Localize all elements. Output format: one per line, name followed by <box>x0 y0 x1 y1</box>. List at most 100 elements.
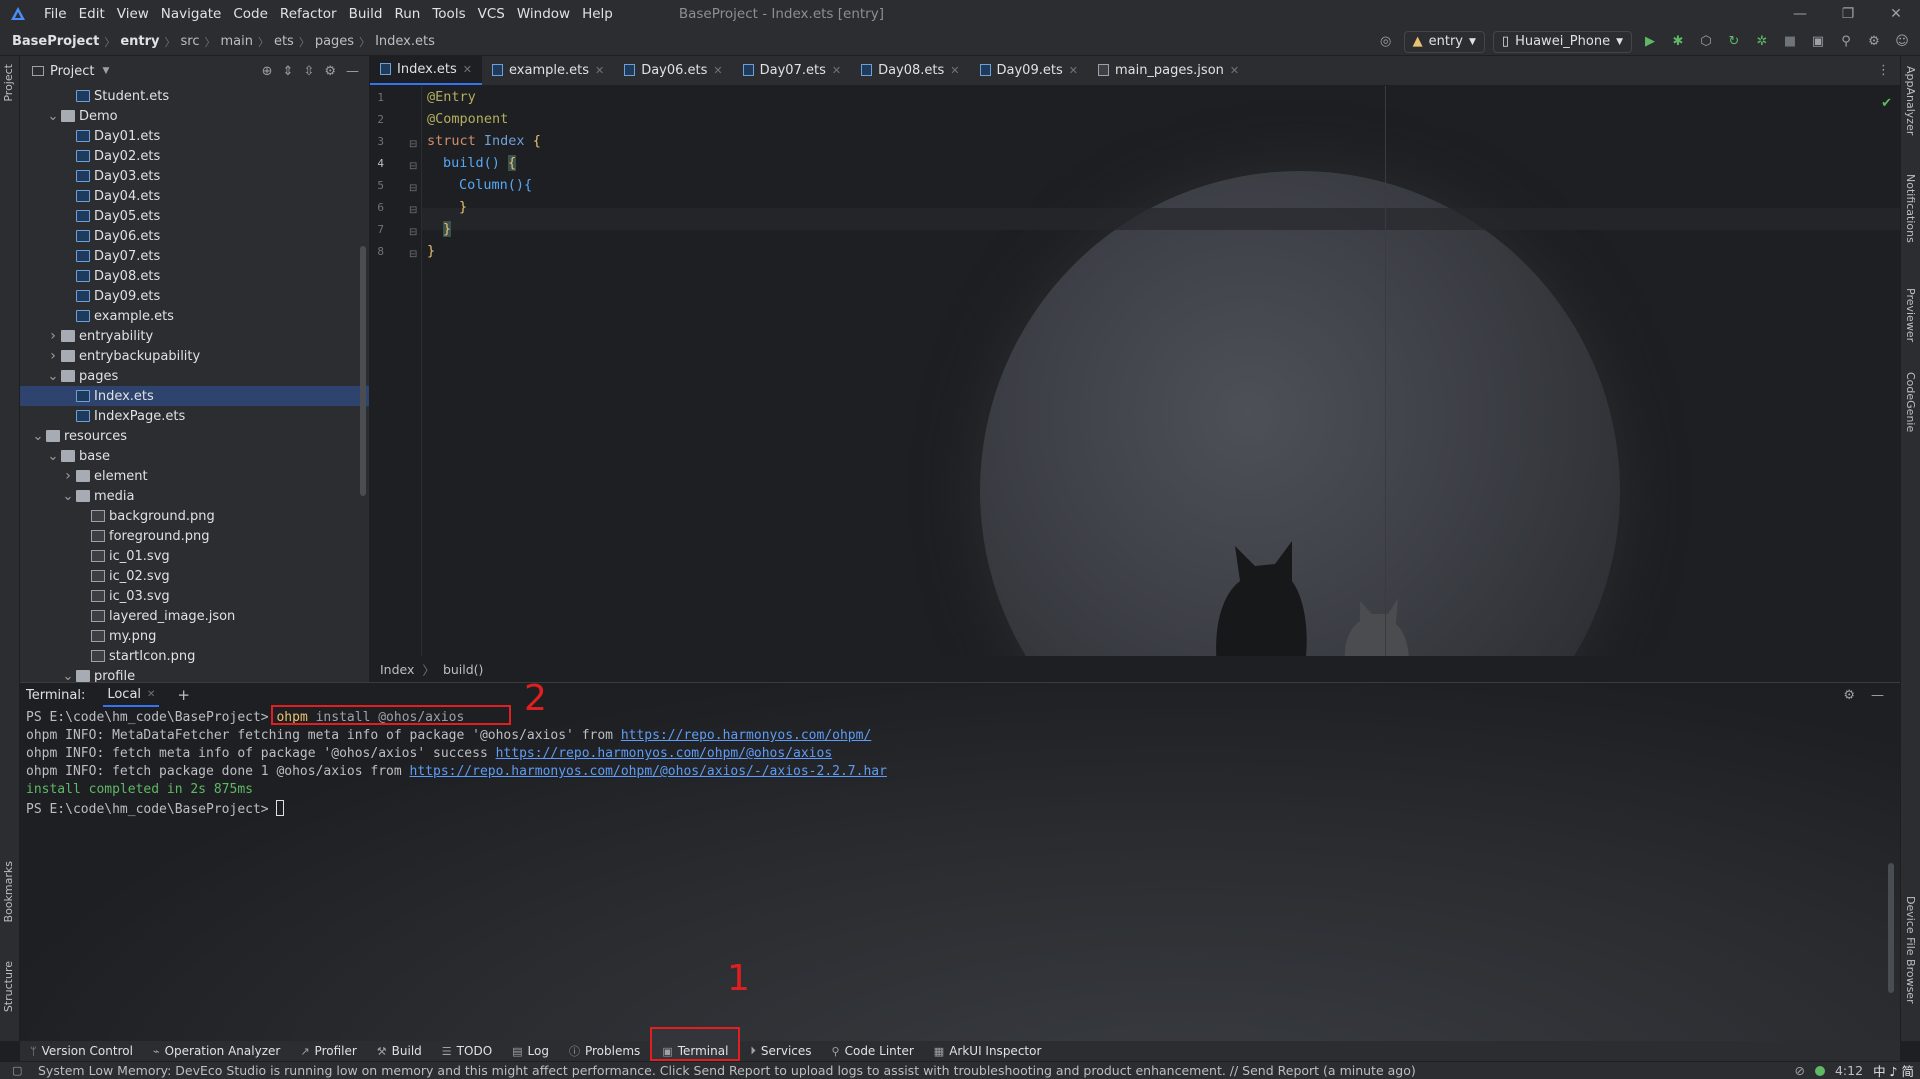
tree-folder[interactable]: ⌄ resources <box>20 426 369 446</box>
tree-file[interactable]: Day07.ets <box>20 246 369 266</box>
chevron-down-icon[interactable]: ⌄ <box>45 449 61 464</box>
close-icon[interactable]: ✕ <box>713 64 722 77</box>
terminal-tab-local[interactable]: Local ✕ <box>103 683 160 707</box>
tree-file[interactable]: layered_image.json <box>20 606 369 626</box>
tree-folder[interactable]: ⌄ pages <box>20 366 369 386</box>
tree-file[interactable]: Index.ets <box>20 386 369 406</box>
tab-day08-ets[interactable]: Day08.ets ✕ <box>851 56 969 85</box>
locate-icon[interactable]: ⊕ <box>262 64 273 79</box>
crumb-main[interactable]: main <box>220 34 252 49</box>
menu-file[interactable]: File <box>38 6 73 22</box>
run-icon[interactable]: ▶ <box>1640 32 1660 52</box>
collapse-all-icon[interactable]: ⇳ <box>303 64 314 79</box>
toolwindow-todo[interactable]: ☰ TODO <box>432 1041 502 1061</box>
project-tool-button[interactable]: Project <box>2 64 15 102</box>
menu-vcs[interactable]: VCS <box>472 6 511 22</box>
tree-file[interactable]: Day05.ets <box>20 206 369 226</box>
account-icon[interactable]: ☺ <box>1892 32 1912 52</box>
toolwindow-version-control[interactable]: ᛘ Version Control <box>20 1041 143 1061</box>
close-icon[interactable]: ✕ <box>1069 64 1078 77</box>
tree-folder[interactable]: ⌄ profile <box>20 666 369 682</box>
app-analyzer-tool-button[interactable]: AppAnalyzer <box>1904 66 1917 135</box>
fold-icon[interactable]: ⊟ <box>409 139 417 150</box>
tree-folder[interactable]: › entryability <box>20 326 369 346</box>
fold-icon[interactable]: ⊟ <box>409 183 417 194</box>
project-panel-title[interactable]: Project <box>50 64 94 79</box>
hide-icon[interactable]: — <box>346 64 359 79</box>
crumb-entry[interactable]: entry <box>120 34 159 49</box>
tree-file[interactable]: Student.ets <box>20 86 369 106</box>
toolwindow-profiler[interactable]: ↗ Profiler <box>290 1041 366 1061</box>
no-problems-check-icon[interactable]: ✔ <box>1881 96 1892 111</box>
close-icon[interactable]: ✕ <box>832 64 841 77</box>
expand-all-icon[interactable]: ⇕ <box>283 64 294 79</box>
chevron-down-icon[interactable]: ▼ <box>102 66 109 76</box>
device-manager-icon[interactable]: ▣ <box>1808 32 1828 52</box>
device-file-browser-tool-button[interactable]: Device File Browser <box>1904 896 1917 1004</box>
menu-navigate[interactable]: Navigate <box>155 6 228 22</box>
chevron-down-icon[interactable]: ⌄ <box>45 369 61 384</box>
toolwindow-log[interactable]: ▤ Log <box>502 1041 559 1061</box>
close-icon[interactable]: ✕ <box>147 689 155 700</box>
tree-folder[interactable]: › entrybackupability <box>20 346 369 366</box>
fold-icon[interactable]: ⊟ <box>409 205 417 216</box>
crumb-method[interactable]: build() <box>443 662 484 677</box>
minimize-icon[interactable]: — <box>1776 6 1824 22</box>
close-icon[interactable]: ✕ <box>1230 64 1239 77</box>
close-icon[interactable]: ✕ <box>463 63 472 76</box>
attach-debugger-icon[interactable]: ⬡ <box>1696 32 1716 52</box>
tree-file[interactable]: background.png <box>20 506 369 526</box>
caret-position[interactable]: 4:12 <box>1835 1063 1863 1078</box>
tree-file[interactable]: ic_03.svg <box>20 586 369 606</box>
chevron-right-icon[interactable]: › <box>45 328 61 344</box>
search-icon[interactable]: ⚲ <box>1836 32 1856 52</box>
target-icon[interactable]: ◎ <box>1376 32 1396 52</box>
tree-file[interactable]: ic_02.svg <box>20 566 369 586</box>
tab-example-ets[interactable]: example.ets ✕ <box>482 56 614 85</box>
settings-icon[interactable]: ⚙ <box>1864 32 1884 52</box>
crumb-file[interactable]: Index.ets <box>375 34 435 49</box>
notifications-tool-button[interactable]: Notifications <box>1904 174 1917 243</box>
stop-icon[interactable]: ■ <box>1780 32 1800 52</box>
tree-folder[interactable]: ⌄ Demo <box>20 106 369 126</box>
tree-file[interactable]: Day04.ets <box>20 186 369 206</box>
chevron-down-icon[interactable]: ⌄ <box>60 669 76 683</box>
apply-changes-icon[interactable]: ↻ <box>1724 32 1744 52</box>
menu-view[interactable]: View <box>111 6 155 22</box>
previewer-tool-button[interactable]: Previewer <box>1904 288 1917 342</box>
crumb-src[interactable]: src <box>180 34 199 49</box>
toolwindow-code-linter[interactable]: ⚲ Code Linter <box>822 1041 924 1061</box>
close-icon[interactable]: ✕ <box>1872 6 1920 22</box>
crumb-ets[interactable]: ets <box>274 34 294 49</box>
menu-refactor[interactable]: Refactor <box>274 6 343 22</box>
toggle-tool-windows-icon[interactable]: ▢ <box>12 1064 22 1077</box>
status-message[interactable]: System Low Memory: DevEco Studio is runn… <box>0 1063 1416 1078</box>
menu-tools[interactable]: Tools <box>426 6 471 22</box>
crumb-project[interactable]: BaseProject <box>12 34 99 49</box>
menu-edit[interactable]: Edit <box>73 6 111 22</box>
tree-file[interactable]: Day06.ets <box>20 226 369 246</box>
more-tabs-icon[interactable]: ⋮ <box>1877 63 1900 78</box>
tree-file[interactable]: example.ets <box>20 306 369 326</box>
fold-icon[interactable]: ⊟ <box>409 161 417 172</box>
tree-file[interactable]: IndexPage.ets <box>20 406 369 426</box>
toolwindow-services[interactable]: ⏵ Services <box>740 1041 821 1061</box>
hide-icon[interactable]: — <box>1871 688 1884 703</box>
chevron-down-icon[interactable]: ⌄ <box>60 489 76 504</box>
gear-icon[interactable]: ⚙ <box>324 64 336 79</box>
tree-folder[interactable]: ⌄ media <box>20 486 369 506</box>
menu-run[interactable]: Run <box>388 6 426 22</box>
menu-code[interactable]: Code <box>227 6 274 22</box>
debug-icon[interactable]: ✱ <box>1668 32 1688 52</box>
tree-file[interactable]: Day01.ets <box>20 126 369 146</box>
chevron-down-icon[interactable]: ⌄ <box>45 109 61 124</box>
toolwindow-build[interactable]: ⚒ Build <box>367 1041 432 1061</box>
close-icon[interactable]: ✕ <box>595 64 604 77</box>
tab-main-pages-json[interactable]: main_pages.json ✕ <box>1088 56 1249 85</box>
profile-icon[interactable]: ✲ <box>1752 32 1772 52</box>
new-terminal-icon[interactable]: + <box>177 686 190 704</box>
terminal-link[interactable]: https://repo.harmonyos.com/ohpm/ <box>621 728 871 743</box>
toolwindow-operation-analyzer[interactable]: ⌁ Operation Analyzer <box>143 1041 290 1061</box>
tree-file[interactable]: Day02.ets <box>20 146 369 166</box>
fold-icon[interactable]: ⊟ <box>409 249 417 260</box>
